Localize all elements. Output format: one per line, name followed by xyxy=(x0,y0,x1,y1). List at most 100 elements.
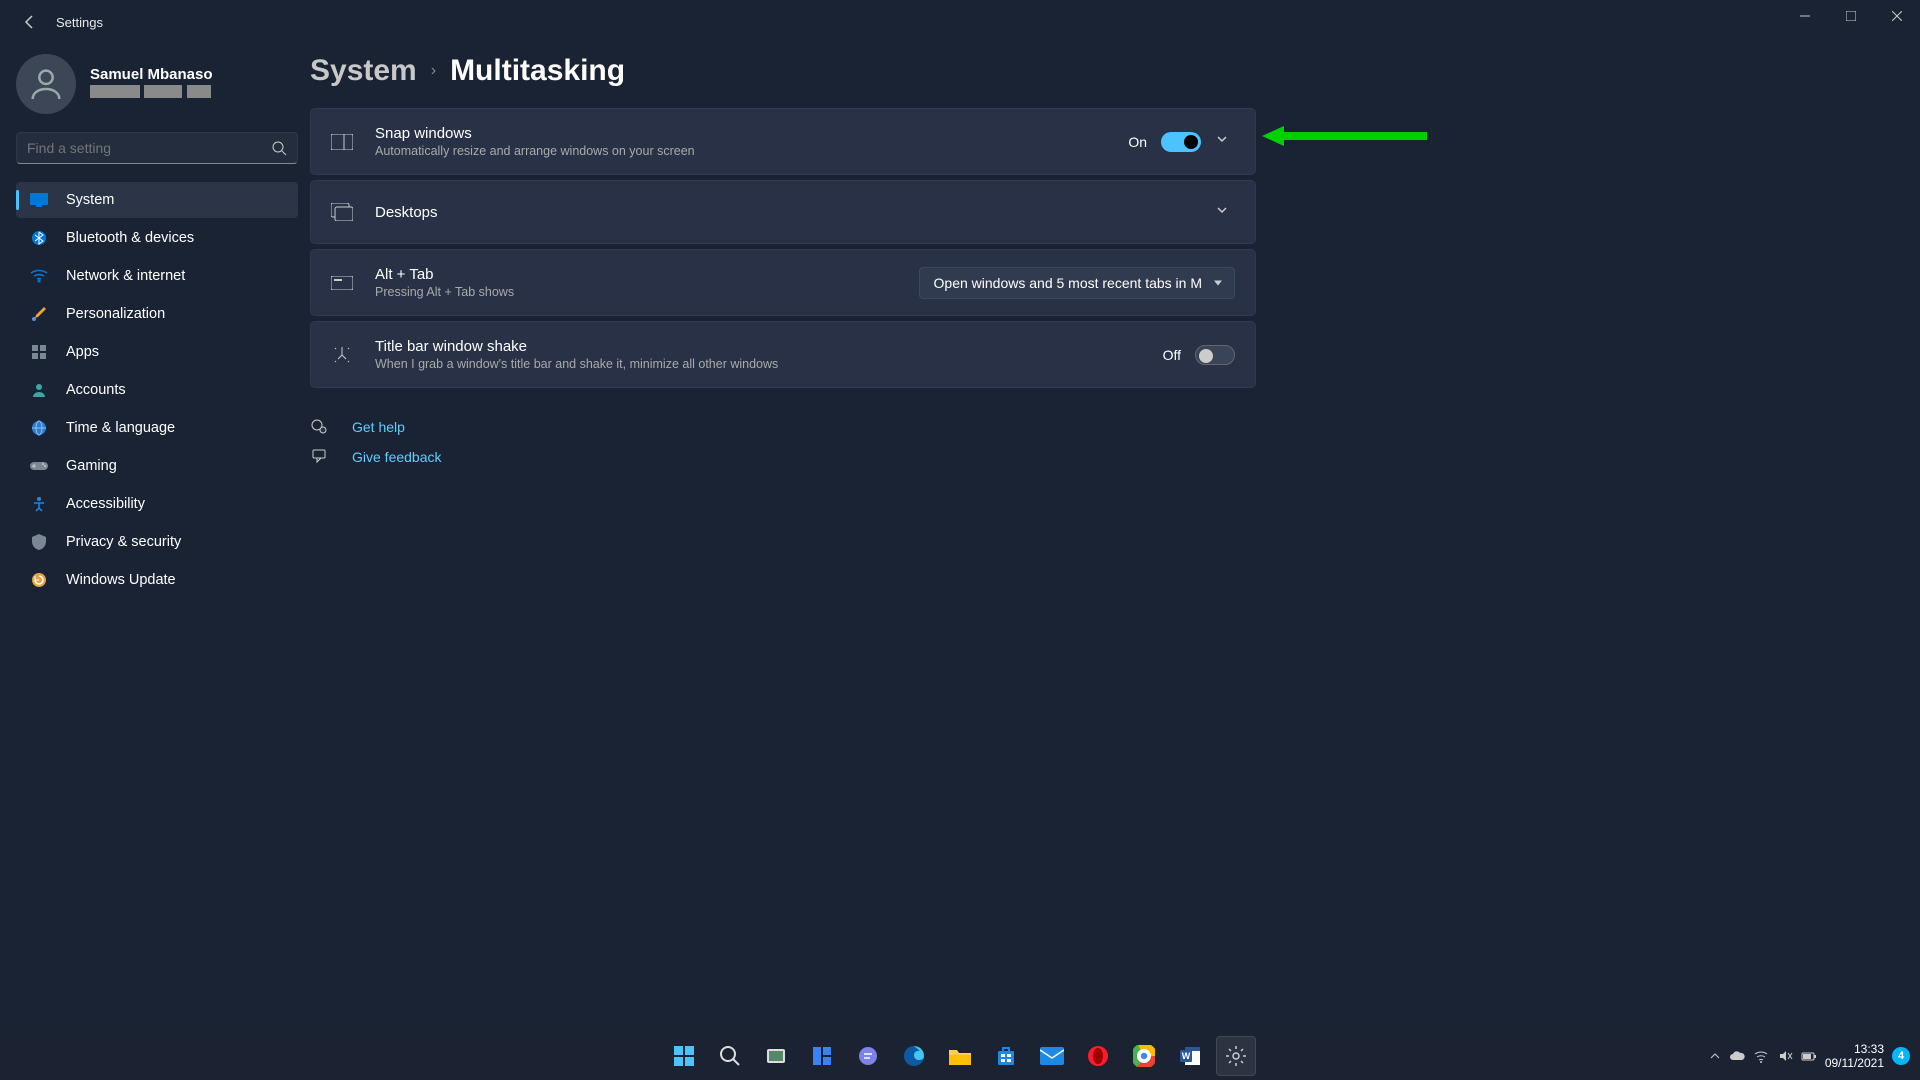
toggle-state-label: Off xyxy=(1163,347,1181,363)
setting-desktops[interactable]: Desktops xyxy=(310,180,1256,244)
snap-icon xyxy=(331,134,353,150)
onedrive-icon[interactable] xyxy=(1729,1048,1745,1064)
sidebar-item-time-language[interactable]: Time & language xyxy=(16,410,298,446)
clock[interactable]: 13:33 09/11/2021 xyxy=(1825,1042,1884,1071)
help-icon xyxy=(310,418,330,436)
mail-button[interactable] xyxy=(1032,1036,1072,1076)
opera-button[interactable] xyxy=(1078,1036,1118,1076)
system-tray: 13:33 09/11/2021 4 xyxy=(1709,1042,1910,1071)
sidebar-item-system[interactable]: System xyxy=(16,182,298,218)
tray-overflow-icon[interactable] xyxy=(1709,1050,1721,1062)
display-icon xyxy=(30,191,48,209)
brush-icon xyxy=(30,305,48,323)
sidebar-item-accounts[interactable]: Accounts xyxy=(16,372,298,408)
expand-chevron[interactable] xyxy=(1215,203,1235,222)
breadcrumb-parent[interactable]: System xyxy=(310,54,417,88)
sidebar-item-label: Bluetooth & devices xyxy=(66,230,194,246)
shake-toggle[interactable] xyxy=(1195,345,1235,365)
setting-alt-tab[interactable]: Alt + Tab Pressing Alt + Tab shows Open … xyxy=(310,249,1256,316)
person-icon xyxy=(30,381,48,399)
sidebar-item-label: Apps xyxy=(66,344,99,360)
setting-title: Alt + Tab xyxy=(375,266,897,283)
sidebar-item-personalization[interactable]: Personalization xyxy=(16,296,298,332)
shield-icon xyxy=(30,533,48,551)
window-controls xyxy=(1782,0,1920,32)
avatar-icon xyxy=(16,54,76,114)
edge-button[interactable] xyxy=(894,1036,934,1076)
alt-tab-dropdown[interactable]: Open windows and 5 most recent tabs in M xyxy=(919,267,1235,299)
sidebar-item-accessibility[interactable]: Accessibility xyxy=(16,486,298,522)
shake-icon xyxy=(331,345,353,365)
setting-title: Desktops xyxy=(375,204,1193,221)
profile-name: Samuel Mbanaso xyxy=(90,66,213,83)
word-button[interactable]: W xyxy=(1170,1036,1210,1076)
sidebar-item-label: Windows Update xyxy=(66,572,176,588)
close-button[interactable] xyxy=(1874,0,1920,32)
svg-text:W: W xyxy=(1182,1051,1191,1061)
setting-title: Snap windows xyxy=(375,125,1106,142)
sidebar-item-windows-update[interactable]: Windows Update xyxy=(16,562,298,598)
gamepad-icon xyxy=(30,457,48,475)
sidebar-item-label: Time & language xyxy=(66,420,175,436)
bluetooth-icon xyxy=(30,229,48,247)
search-button[interactable] xyxy=(710,1036,750,1076)
minimize-button[interactable] xyxy=(1782,0,1828,32)
globe-icon xyxy=(30,419,48,437)
chat-button[interactable] xyxy=(848,1036,888,1076)
chevron-right-icon: › xyxy=(431,62,436,80)
sidebar-item-label: Privacy & security xyxy=(66,534,181,550)
access-icon xyxy=(30,495,48,513)
breadcrumb: System › Multitasking xyxy=(310,54,1880,88)
start-button[interactable] xyxy=(664,1036,704,1076)
expand-chevron[interactable] xyxy=(1215,132,1235,151)
maximize-button[interactable] xyxy=(1828,0,1874,32)
window-title: Settings xyxy=(56,15,103,30)
taskbar: W 13:33 09/11/2021 4 xyxy=(0,1032,1920,1080)
settings-button[interactable] xyxy=(1216,1036,1256,1076)
setting-title-bar-shake[interactable]: Title bar window shake When I grab a win… xyxy=(310,321,1256,388)
wifi-icon[interactable] xyxy=(1753,1048,1769,1064)
help-links: Get help Give feedback xyxy=(310,418,1880,466)
store-button[interactable] xyxy=(986,1036,1026,1076)
sidebar-item-label: Accounts xyxy=(66,382,126,398)
setting-title: Title bar window shake xyxy=(375,338,1141,355)
setting-desc: Pressing Alt + Tab shows xyxy=(375,285,897,299)
sidebar-item-label: Personalization xyxy=(66,306,165,322)
nav-list: System Bluetooth & devices Network & inter… xyxy=(16,182,298,598)
give-feedback-link[interactable]: Give feedback xyxy=(310,448,1880,466)
desktops-icon xyxy=(331,203,353,221)
battery-icon[interactable] xyxy=(1801,1048,1817,1064)
back-button[interactable] xyxy=(10,2,50,42)
alt-tab-icon xyxy=(331,276,353,290)
chrome-button[interactable] xyxy=(1124,1036,1164,1076)
setting-snap-windows[interactable]: Snap windows Automatically resize and ar… xyxy=(310,108,1256,175)
snap-toggle[interactable] xyxy=(1161,132,1201,152)
get-help-link[interactable]: Get help xyxy=(310,418,1880,436)
task-view-button[interactable] xyxy=(756,1036,796,1076)
user-profile[interactable]: Samuel Mbanaso xyxy=(16,54,298,114)
sidebar-item-label: System xyxy=(66,192,114,208)
notification-badge[interactable]: 4 xyxy=(1892,1047,1910,1065)
search-field[interactable] xyxy=(27,140,271,156)
setting-desc: When I grab a window's title bar and sha… xyxy=(375,357,1141,371)
sidebar-item-apps[interactable]: Apps xyxy=(16,334,298,370)
setting-desc: Automatically resize and arrange windows… xyxy=(375,144,1106,158)
taskbar-center: W xyxy=(664,1036,1256,1076)
title-bar: Settings xyxy=(0,0,1920,44)
sidebar-item-bluetooth-devices[interactable]: Bluetooth & devices xyxy=(16,220,298,256)
wifi-icon xyxy=(30,267,48,285)
feedback-icon xyxy=(310,448,330,466)
sidebar-item-label: Accessibility xyxy=(66,496,145,512)
main-content: System › Multitasking Snap windows Autom… xyxy=(310,44,1920,1032)
sidebar-item-network-internet[interactable]: Network & internet xyxy=(16,258,298,294)
sidebar-item-label: Gaming xyxy=(66,458,117,474)
search-input[interactable] xyxy=(16,132,298,164)
file-explorer-button[interactable] xyxy=(940,1036,980,1076)
volume-muted-icon[interactable] xyxy=(1777,1048,1793,1064)
update-icon xyxy=(30,571,48,589)
sidebar-item-gaming[interactable]: Gaming xyxy=(16,448,298,484)
apps-icon xyxy=(30,343,48,361)
sidebar-item-privacy-security[interactable]: Privacy & security xyxy=(16,524,298,560)
profile-email-redacted xyxy=(90,85,213,103)
widgets-button[interactable] xyxy=(802,1036,842,1076)
